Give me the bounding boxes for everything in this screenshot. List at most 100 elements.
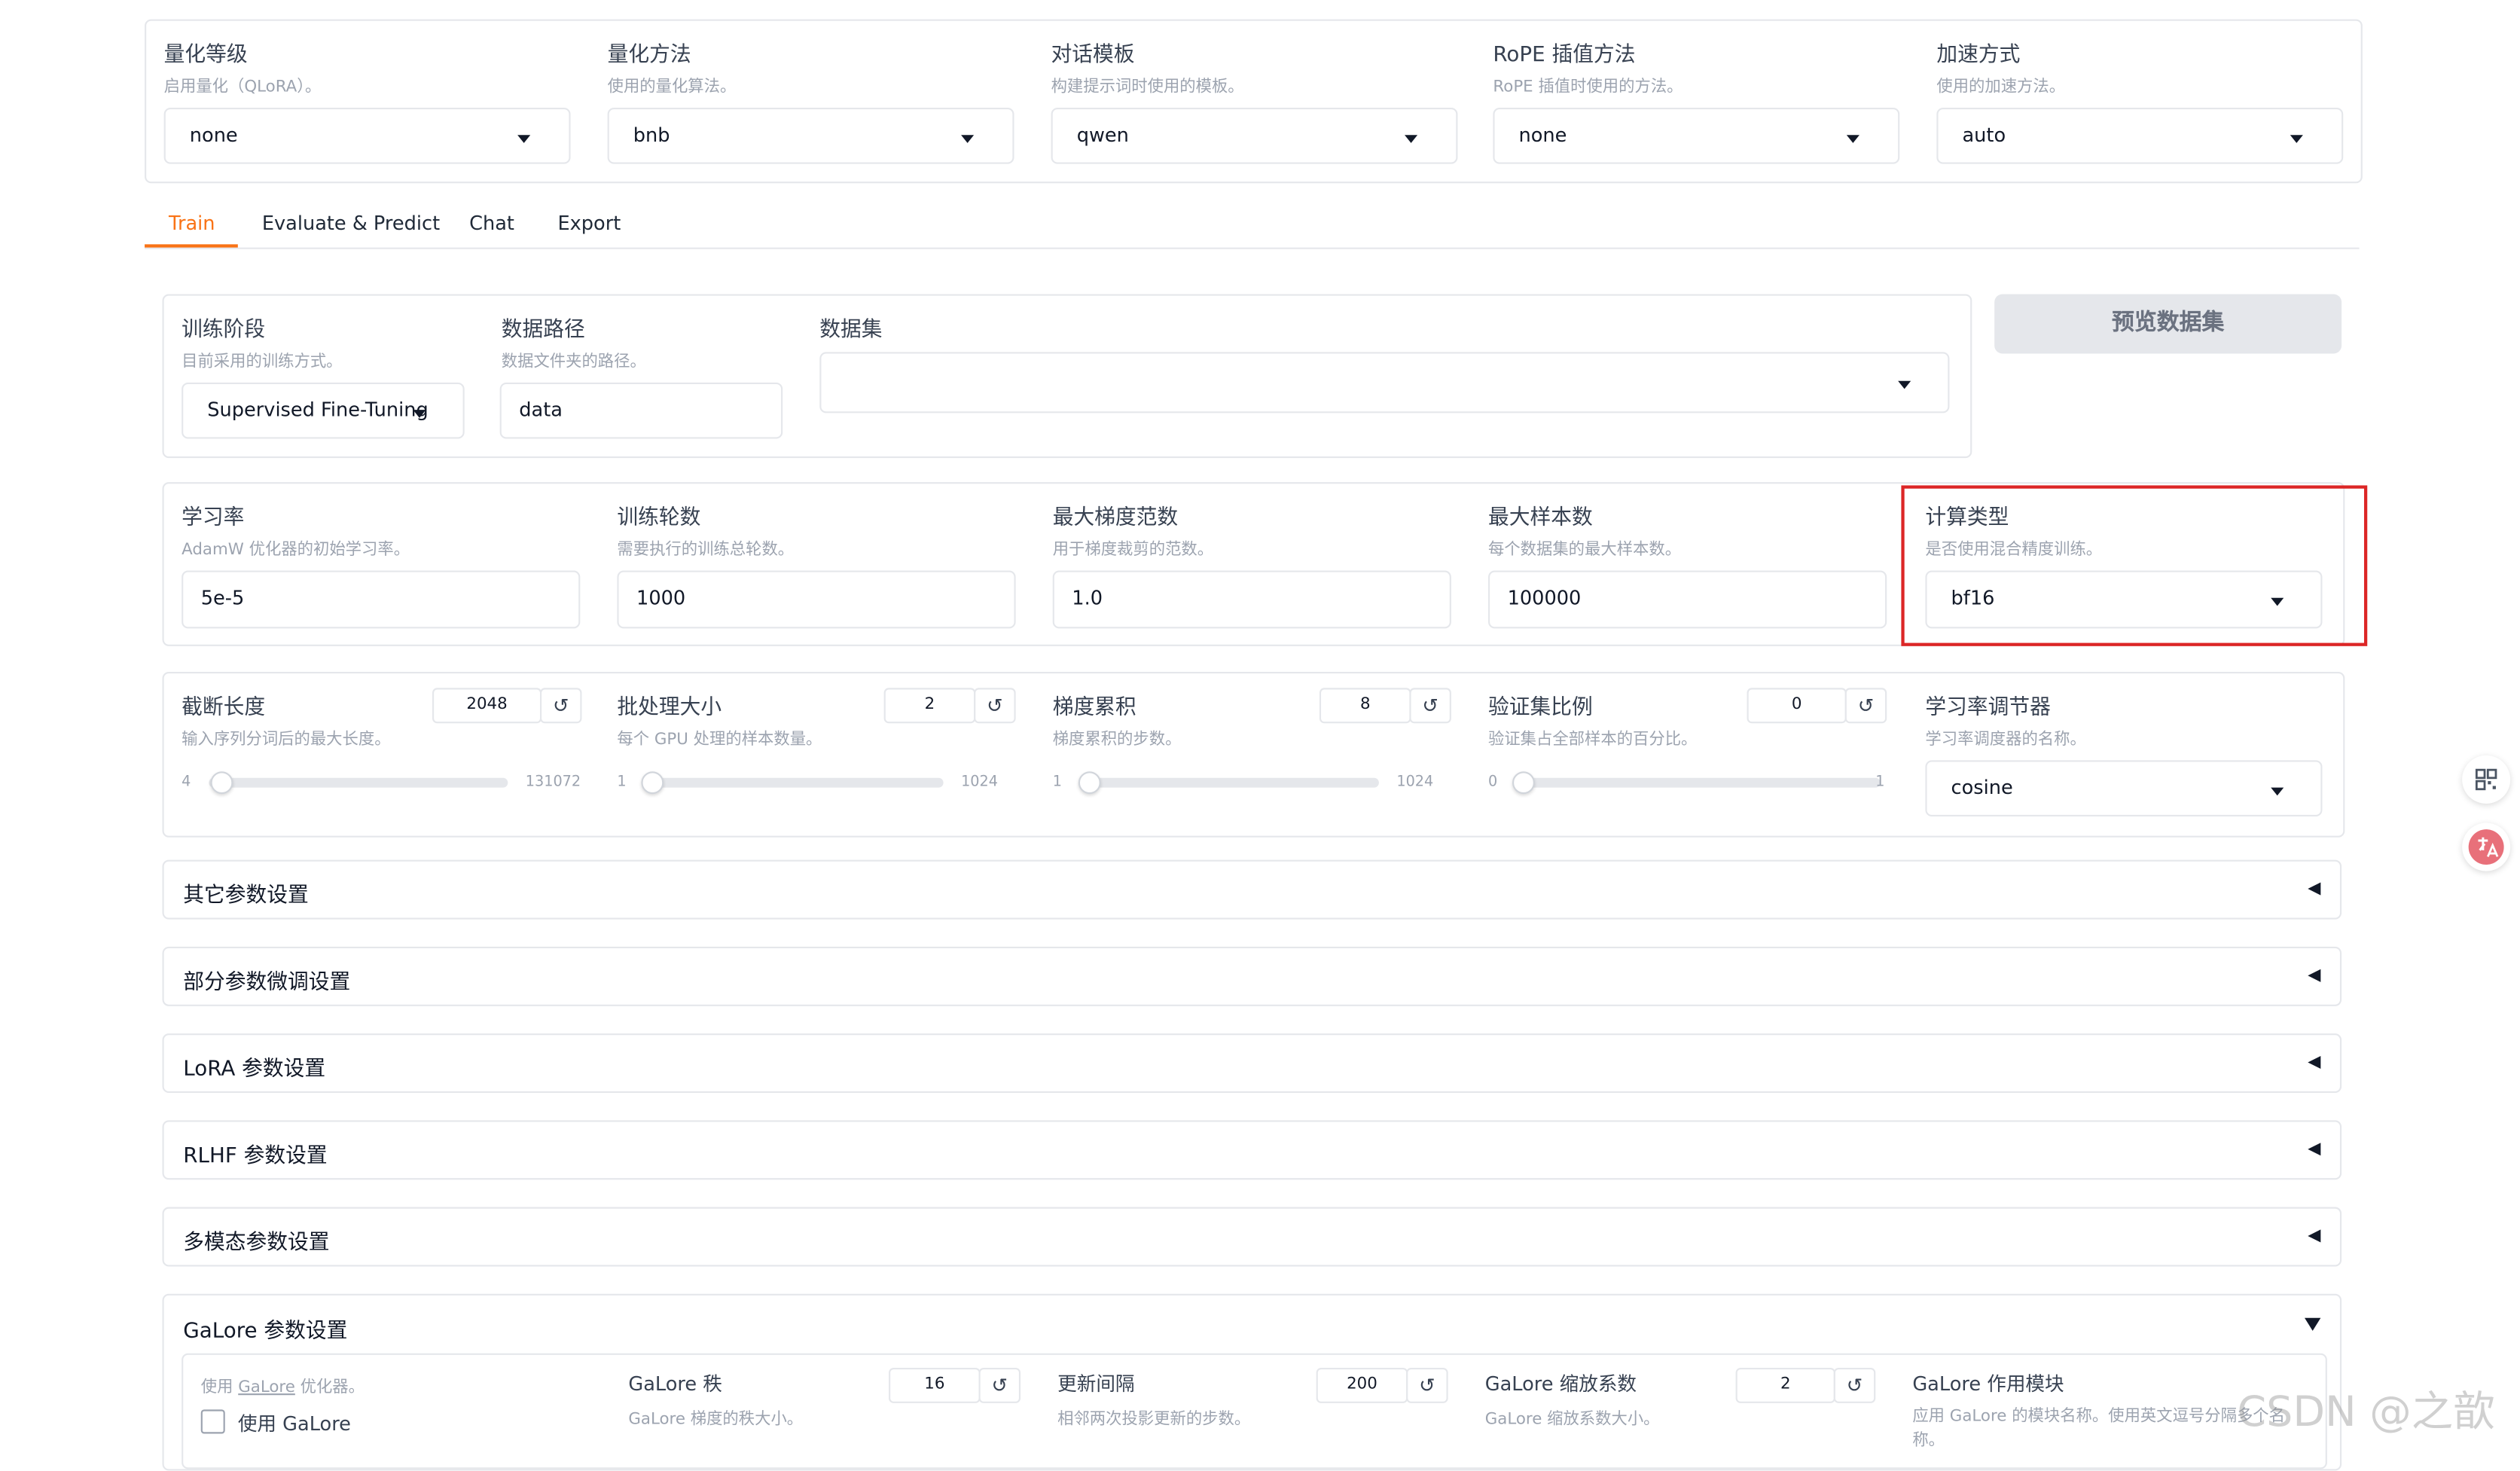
chevron-down-icon (413, 410, 426, 418)
slider-handle[interactable] (210, 771, 233, 795)
slider-hint: 输入序列分词后的最大长度。 (182, 731, 391, 749)
slider-min: 1 (617, 774, 627, 791)
chevron-down-icon (1846, 135, 1859, 143)
preview-dataset-label: 预览数据集 (2111, 310, 2225, 336)
slider-min: 4 (182, 774, 191, 791)
slider-track[interactable] (644, 777, 944, 788)
lr-scheduler-label: 学习率调节器 (1925, 695, 2051, 720)
chevron-down-icon (517, 135, 531, 143)
slider-number-input[interactable]: 0 (1747, 688, 1847, 724)
galore-target-label: GaLore 作用模块 (1912, 1372, 2064, 1396)
data-dir-input[interactable]: data (499, 382, 783, 439)
chevron-down-icon (961, 135, 975, 143)
epochs-label: 训练轮数 (617, 506, 701, 531)
reset-icon[interactable]: ↺ (974, 688, 1016, 724)
qr-code-icon[interactable] (2462, 755, 2511, 804)
accordion-title: RLHF 参数设置 (183, 1144, 328, 1169)
top-field-label: RoPE 插值方法 (1493, 43, 1636, 68)
galore-scale-input[interactable]: 2 (1735, 1367, 1835, 1403)
accordion-title: 多模态参数设置 (183, 1231, 330, 1256)
update-interval-input[interactable]: 200 (1316, 1367, 1408, 1403)
data-dir-hint: 数据文件夹的路径。 (501, 353, 646, 371)
lr-scheduler-select[interactable]: cosine (1925, 760, 2323, 817)
stage-hint: 目前采用的训练方式。 (182, 353, 343, 371)
tab-chat[interactable]: Chat (469, 212, 514, 235)
galore-rank-hint: GaLore 梯度的秩大小。 (628, 1411, 804, 1430)
slider-track[interactable] (1515, 777, 1881, 788)
chevron-down-icon (1898, 380, 1911, 389)
max-grad-norm-input[interactable]: 1.0 (1052, 570, 1451, 629)
dataset-select[interactable] (819, 352, 1950, 414)
galore-title: GaLore 参数设置 (183, 1319, 348, 1344)
accordion-title: LoRA 参数设置 (183, 1057, 326, 1082)
top-field-hint: 使用的加速方法。 (1936, 78, 2066, 97)
slider-track[interactable] (1079, 777, 1379, 788)
top-field-hint: RoPE 插值时使用的方法。 (1493, 78, 1683, 97)
slider-hint: 验证集占全部样本的百分比。 (1487, 731, 1698, 749)
galore-scale-hint: GaLore 缩放系数大小。 (1484, 1411, 1660, 1430)
reset-icon[interactable]: ↺ (978, 1367, 1021, 1403)
use-galore-checkbox[interactable] (200, 1409, 225, 1434)
collapsed-triangle-icon (2308, 969, 2321, 982)
slider-hint: 每个 GPU 处理的样本数量。 (617, 731, 822, 749)
chevron-down-icon (2290, 135, 2303, 143)
preview-dataset-button[interactable]: 预览数据集 (1994, 294, 2342, 354)
slider-number-input[interactable]: 8 (1319, 688, 1411, 724)
top-field-select[interactable]: none (1493, 107, 1900, 164)
galore-rank-input[interactable]: 16 (889, 1367, 981, 1403)
slider-max: 131072 (525, 774, 581, 791)
slider-track[interactable] (209, 777, 508, 788)
tab-export[interactable]: Export (557, 212, 621, 235)
learning-rate-label: 学习率 (182, 506, 245, 531)
top-field-label: 量化方法 (607, 43, 691, 68)
reset-icon[interactable]: ↺ (539, 688, 582, 724)
slider-max: 1 (1875, 774, 1885, 791)
top-field-hint: 使用的量化算法。 (607, 78, 737, 97)
lr-scheduler-hint: 学习率调度器的名称。 (1925, 731, 2086, 749)
reset-icon[interactable]: ↺ (1833, 1367, 1876, 1403)
slider-handle[interactable] (1512, 771, 1535, 795)
top-field-label: 量化等级 (163, 43, 248, 68)
top-field-label: 加速方式 (1936, 43, 2021, 68)
top-field-value: none (1518, 124, 1567, 147)
collapsed-triangle-icon (2308, 1229, 2321, 1243)
reset-icon[interactable]: ↺ (1406, 1367, 1448, 1403)
accordion-section[interactable]: 部分参数微调设置 (162, 946, 2342, 1006)
top-field-select[interactable]: qwen (1051, 107, 1458, 164)
slider-min: 1 (1052, 774, 1062, 791)
slider-label: 验证集比例 (1487, 695, 1593, 720)
dataset-label: 数据集 (819, 318, 883, 343)
max-samples-input[interactable]: 100000 (1487, 570, 1887, 629)
compute-type-highlight (1901, 485, 2368, 646)
slider-number-input[interactable]: 2048 (432, 688, 542, 724)
slider-max: 1024 (1396, 774, 1434, 791)
reset-icon[interactable]: ↺ (1409, 688, 1451, 724)
data-dir-label: 数据路径 (501, 318, 585, 343)
translate-icon[interactable] (2462, 822, 2511, 871)
accordion-section[interactable]: 其它参数设置 (162, 859, 2342, 920)
top-field-select[interactable]: bnb (607, 107, 1014, 164)
slider-number-input[interactable]: 2 (883, 688, 976, 724)
tab-evaluate-predict[interactable]: Evaluate & Predict (262, 212, 440, 235)
learning-rate-input[interactable]: 5e-5 (182, 570, 581, 629)
top-field-select[interactable]: auto (1936, 107, 2344, 164)
use-galore-hint: 使用 GaLore 优化器。 (200, 1378, 365, 1397)
top-field-hint: 构建提示词时使用的模板。 (1051, 78, 1244, 97)
top-field-value: auto (1962, 124, 2006, 147)
galore-scale-label: GaLore 缩放系数 (1484, 1372, 1637, 1396)
slider-max: 1024 (961, 774, 998, 791)
accordion-section[interactable]: 多模态参数设置 (162, 1207, 2342, 1267)
lr-scheduler-value: cosine (1951, 776, 2013, 799)
accordion-section[interactable]: LoRA 参数设置 (162, 1033, 2342, 1094)
accordion-section[interactable]: RLHF 参数设置 (162, 1120, 2342, 1180)
top-field-select[interactable]: none (163, 107, 571, 164)
slider-min: 0 (1487, 774, 1498, 791)
tab-train[interactable]: Train (169, 212, 215, 235)
stage-select[interactable]: Supervised Fine-Tuning (182, 382, 465, 439)
max-grad-norm-label: 最大梯度范数 (1052, 506, 1179, 531)
reset-icon[interactable]: ↺ (1844, 688, 1887, 724)
max-grad-norm-hint: 用于梯度裁剪的范数。 (1052, 542, 1214, 560)
learning-rate-hint: AdamW 优化器的初始学习率。 (182, 542, 410, 560)
slider-hint: 梯度累积的步数。 (1052, 731, 1182, 749)
epochs-input[interactable]: 1000 (617, 570, 1016, 629)
